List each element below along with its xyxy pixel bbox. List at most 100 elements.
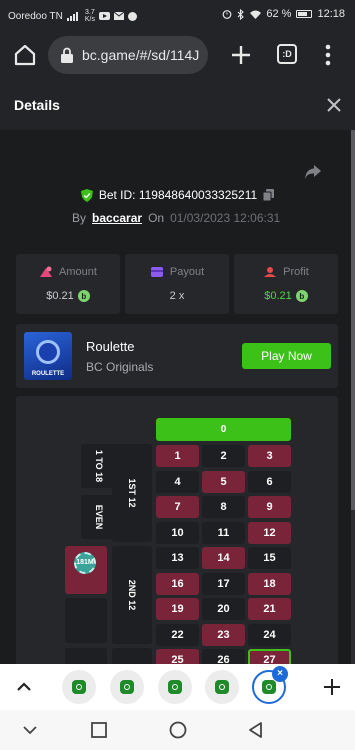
browser-tab[interactable]	[158, 670, 192, 704]
browser-tab[interactable]	[205, 670, 239, 704]
coin-icon: b	[77, 290, 90, 302]
url-text: bc.game/#/sd/114J	[82, 47, 200, 63]
bettor-username[interactable]: baccarar	[92, 211, 142, 225]
shield-check-icon	[80, 188, 93, 202]
number-cell-6: 6	[248, 470, 291, 493]
amount-value: $0.21	[46, 290, 74, 302]
side-label: EVEN	[94, 504, 104, 530]
recents-square-icon[interactable]	[89, 720, 109, 740]
payout-icon	[150, 267, 163, 277]
number-cell-3: 3	[248, 445, 291, 467]
net-speed: 3.7 K/s	[85, 9, 95, 23]
address-bar[interactable]: bc.game/#/sd/114J	[48, 36, 208, 74]
amount-label: Amount	[59, 266, 97, 278]
tab-switcher-button[interactable]: :D	[277, 44, 297, 64]
side-label: 2ND 12	[127, 579, 137, 611]
lock-icon	[61, 47, 73, 63]
number-cell-1: 1	[156, 445, 199, 467]
battery-percent: 62 %	[266, 8, 292, 20]
thumbnail-text: ROULETTE	[31, 371, 65, 377]
payout-value: 2 x	[169, 290, 185, 302]
scrollbar[interactable]	[351, 130, 355, 665]
number-cell-2: 2	[202, 445, 245, 467]
game-provider: BC Originals	[86, 360, 154, 374]
profit-card: Profit $0.21 b	[234, 254, 338, 314]
payout-card: Payout 2 x	[125, 254, 229, 314]
profit-icon	[264, 267, 277, 277]
bet-date: 01/03/2023 12:06:31	[170, 211, 281, 225]
add-tab-plus-icon[interactable]	[322, 677, 342, 697]
amount-icon	[40, 266, 53, 277]
zero-cell: 0	[156, 418, 291, 441]
email-icon	[113, 12, 124, 20]
chevron-down-icon[interactable]	[20, 720, 40, 740]
by-label: By	[72, 211, 87, 225]
net-speed-value: 3.7	[85, 9, 95, 16]
number-cell-7: 7	[156, 496, 199, 518]
number-cell-21: 21	[248, 598, 291, 620]
status-bar: Ooredoo TN 3.7 K/s 62 % 12:18	[0, 0, 355, 30]
signal-icon	[66, 12, 78, 21]
alarm-icon	[222, 10, 232, 19]
number-cell-10: 10	[156, 521, 199, 544]
game-name: Roulette	[86, 339, 135, 354]
details-header: Details	[0, 80, 355, 130]
browser-tab[interactable]	[110, 670, 144, 704]
number-cell-13: 13	[156, 547, 199, 569]
number-cell-15: 15	[248, 547, 291, 569]
home-icon[interactable]	[12, 42, 38, 68]
side-label: 1ST 12	[127, 478, 137, 508]
system-navigation-bar	[0, 710, 355, 750]
browser-tab[interactable]	[62, 670, 96, 704]
battery-icon	[296, 10, 313, 18]
wifi-icon	[250, 10, 262, 19]
bet-chip: 181M	[74, 552, 96, 574]
profit-value: $0.21	[264, 290, 292, 302]
back-triangle-icon[interactable]	[246, 720, 266, 740]
amount-card: Amount $0.21 b	[16, 254, 120, 314]
on-label: On	[148, 211, 165, 225]
number-cell-23: 23	[202, 623, 245, 646]
youtube-icon	[98, 12, 110, 20]
bluetooth-icon	[238, 8, 245, 20]
number-cell-8: 8	[202, 496, 245, 518]
play-now-button[interactable]: Play Now	[242, 343, 331, 369]
number-cell-12: 12	[248, 521, 291, 544]
number-cell-5: 5	[202, 470, 245, 493]
share-icon[interactable]	[304, 164, 322, 180]
number-cell-19: 19	[156, 598, 199, 620]
bet-black	[65, 598, 107, 643]
home-circle-icon[interactable]	[168, 720, 188, 740]
details-title: Details	[14, 97, 60, 113]
scrollbar-thumb[interactable]	[351, 130, 355, 510]
bet-meta-row: By baccarar On 01/03/2023 12:06:31	[72, 211, 280, 225]
bc-game-favicon-icon	[168, 680, 182, 694]
number-cell-11: 11	[202, 521, 245, 544]
net-speed-unit: K/s	[84, 16, 95, 23]
chevron-up-icon[interactable]	[14, 678, 34, 696]
bc-game-favicon-icon	[262, 680, 276, 694]
copy-icon[interactable]	[263, 189, 275, 201]
bet-2nd-12: 2ND 12	[112, 546, 152, 644]
number-cell-24: 24	[248, 623, 291, 646]
bet-1st-12: 1ST 12	[112, 444, 152, 542]
number-cell-16: 16	[156, 572, 199, 595]
bc-game-favicon-icon	[72, 680, 86, 694]
number-cell-14: 14	[202, 547, 245, 569]
number-cell-18: 18	[248, 572, 291, 595]
clock: 12:18	[317, 8, 345, 20]
roulette-thumbnail[interactable]: ROULETTE	[24, 332, 72, 380]
close-icon[interactable]	[327, 98, 341, 112]
roulette-wheel-icon	[36, 340, 60, 364]
bc-game-favicon-icon	[120, 680, 134, 694]
game-card: ROULETTE Roulette BC Originals Play Now	[16, 324, 338, 388]
number-cell-17: 17	[202, 572, 245, 595]
bet-id: Bet ID: 119848640033325211	[98, 188, 258, 202]
number-cell-4: 4	[156, 470, 199, 493]
side-label: 1 TO 18	[94, 449, 104, 483]
browser-tab-strip: ×	[0, 664, 355, 710]
more-menu-icon[interactable]	[318, 42, 338, 68]
number-cell-20: 20	[202, 598, 245, 620]
new-tab-plus-icon[interactable]	[228, 42, 254, 68]
close-tab-icon[interactable]: ×	[272, 666, 288, 682]
